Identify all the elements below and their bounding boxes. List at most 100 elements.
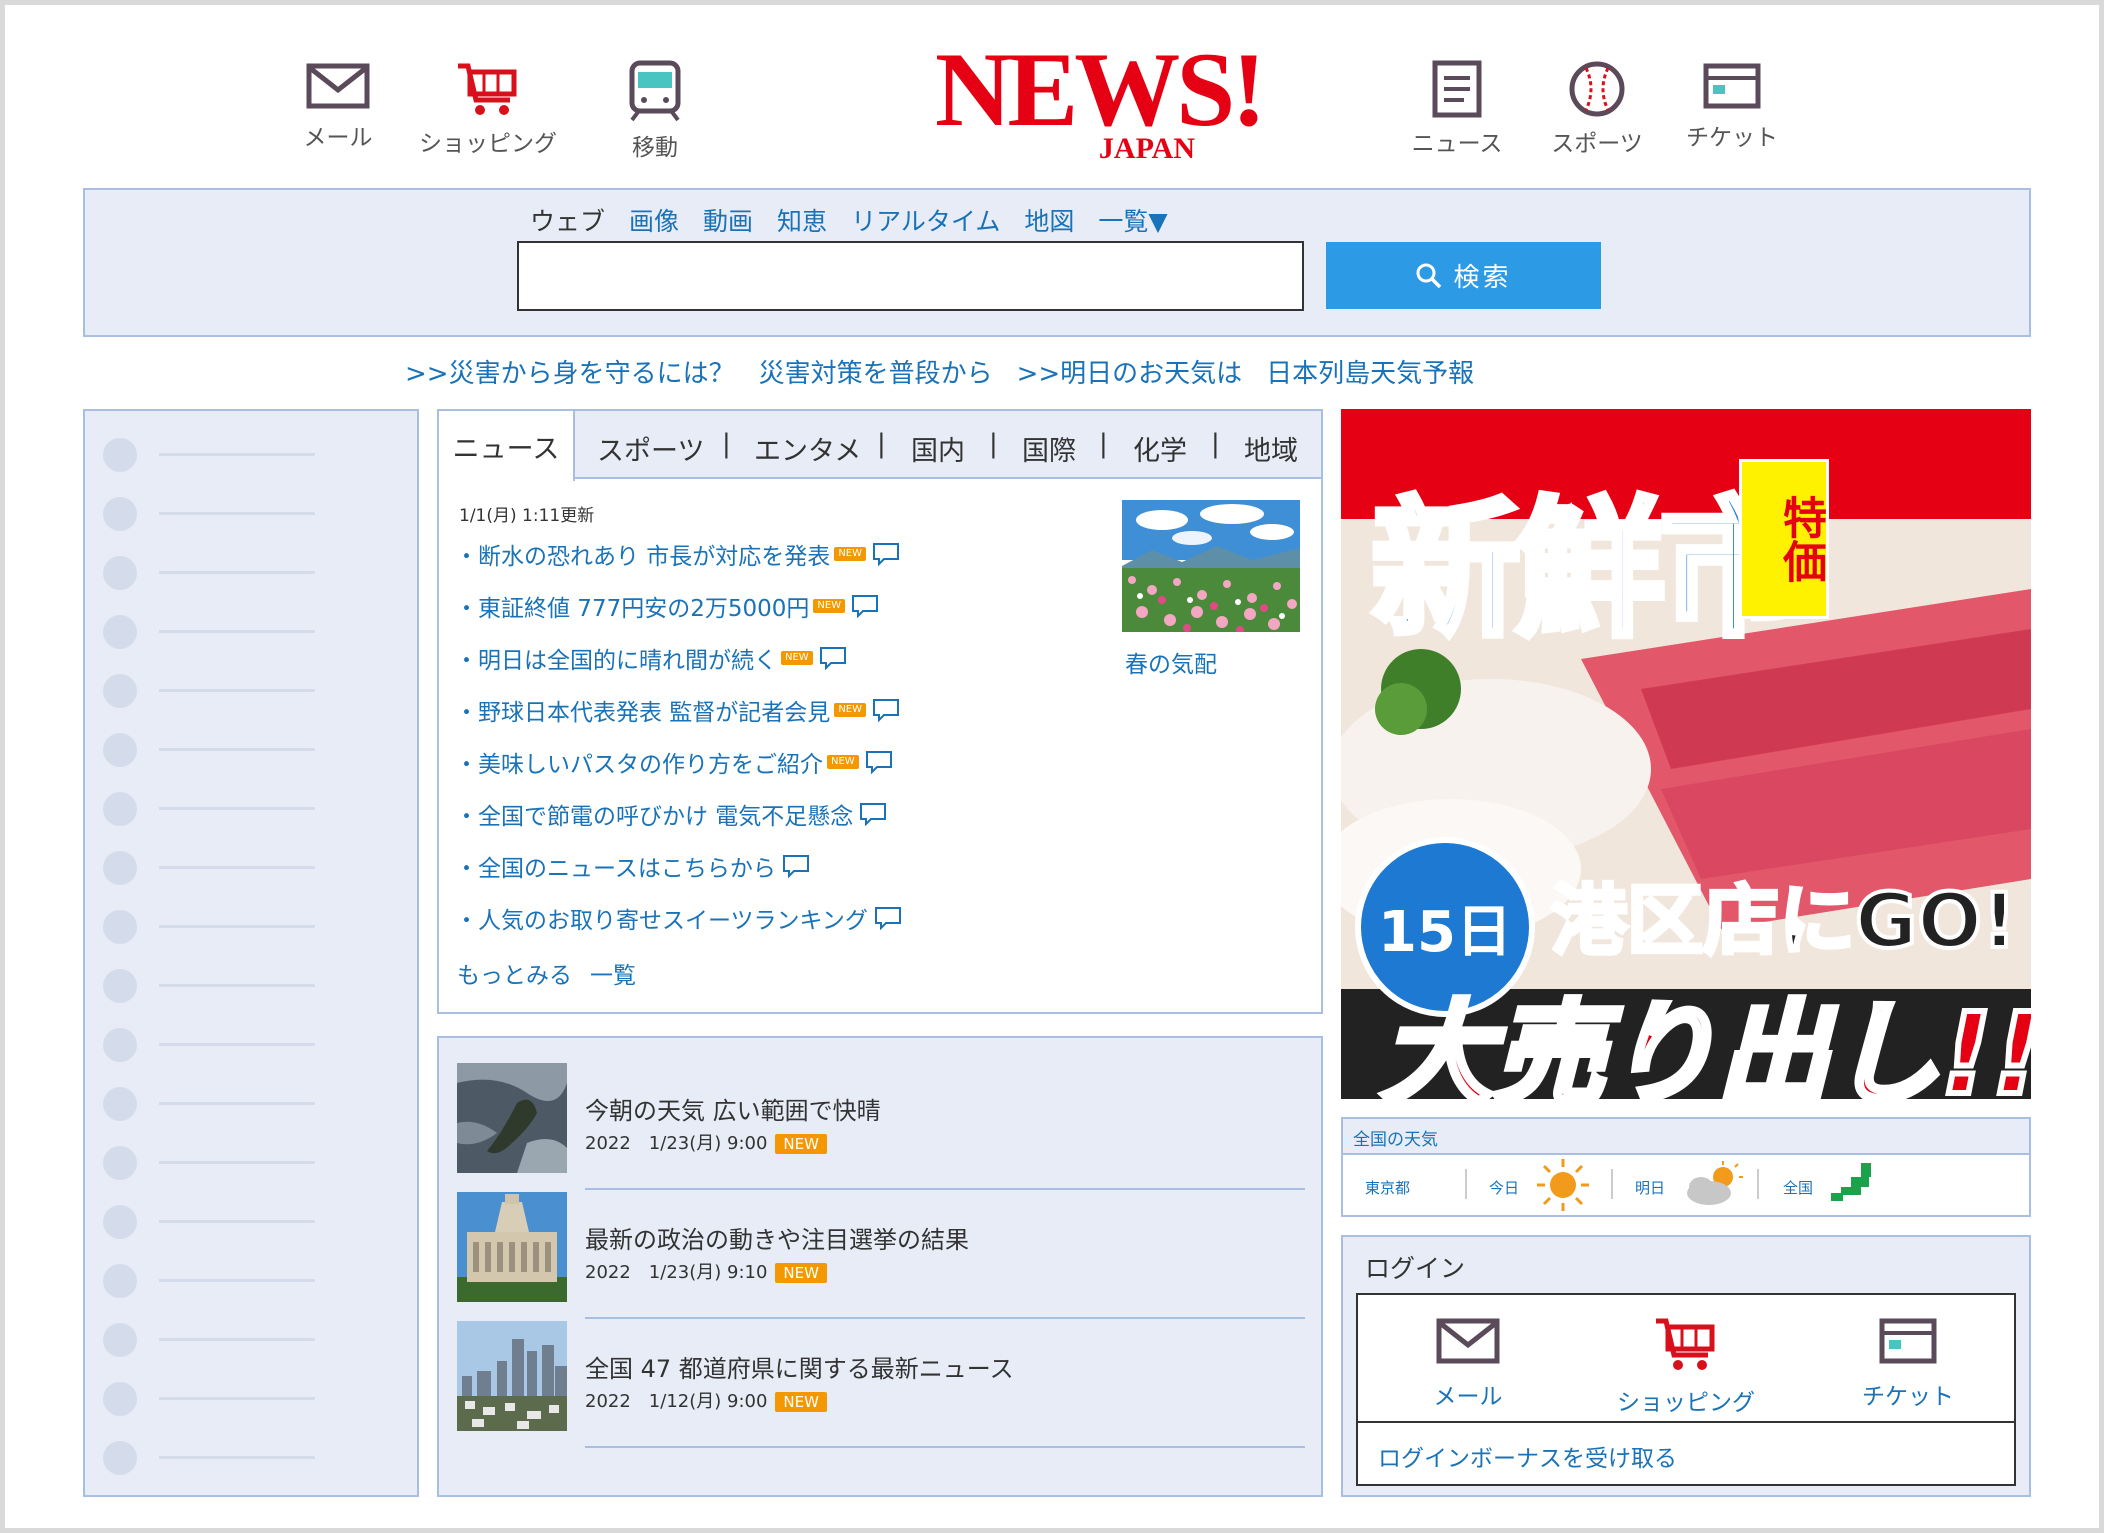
login-title: ログイン (1365, 1254, 1466, 1283)
nav-shopping-label: ショッピング (419, 131, 557, 157)
search-tab-realtime[interactable]: リアルタイム (851, 207, 1000, 236)
cloud-sun-icon (1687, 1161, 1743, 1205)
sidebar-item[interactable] (103, 1087, 403, 1121)
sidebar-item[interactable] (103, 674, 403, 708)
article-thumbnail (457, 1192, 567, 1302)
news-item[interactable]: ・美味しいパスタの作り方をご紹介 NEW (455, 745, 893, 779)
search-tab-list[interactable]: 一覧▼ (1098, 207, 1167, 236)
article-date: 2022 1/23(月) 9:00 NEW (585, 1129, 827, 1155)
ticker-link-forecast[interactable]: 日本列島天気予報 (1266, 359, 1474, 389)
article-row[interactable]: 全国 47 都道府県に関する最新ニュース 2022 1/12(月) 9:00 NE… (457, 1321, 1307, 1448)
sidebar-item[interactable] (103, 497, 403, 531)
sidebar-item[interactable] (103, 1146, 403, 1180)
site-logo[interactable]: NEWS! JAPAN (935, 37, 1267, 170)
new-badge: NEW (781, 651, 813, 665)
sidebar-item[interactable] (103, 792, 403, 826)
weather-title: 全国の天気 (1343, 1119, 2029, 1155)
nav-sports-label: スポーツ (1551, 131, 1643, 157)
nav-news[interactable]: ニュース (1382, 60, 1532, 158)
ad-store: 港区店にGO! (1549, 874, 2019, 967)
tab-sports[interactable]: スポーツ (597, 429, 704, 468)
nav-sports[interactable]: スポーツ (1522, 60, 1672, 158)
news-item[interactable]: ・全国で節電の呼びかけ 電気不足懸念 (455, 797, 887, 831)
news-icon (1432, 60, 1482, 118)
article-thumbnail (457, 1063, 567, 1173)
comment-icon (819, 647, 846, 670)
nav-news-label: ニュース (1411, 131, 1503, 157)
login-mail[interactable]: メール (1388, 1315, 1548, 1411)
weather-city[interactable]: 東京都 (1365, 1177, 1410, 1198)
new-badge: NEW (834, 547, 866, 561)
tab-news[interactable]: ニュース (439, 411, 575, 481)
news-item[interactable]: ・野球日本代表発表 監督が記者会見 NEW (455, 693, 900, 727)
nav-ticket[interactable]: チケット (1657, 60, 1807, 152)
search-tab-images[interactable]: 画像 (629, 207, 679, 236)
ticker-link-tomorrow-weather[interactable]: >>明日のお天気は (1017, 359, 1243, 389)
feature-caption[interactable]: 春の気配 (1125, 645, 1217, 679)
sidebar-item[interactable] (103, 910, 403, 944)
news-item[interactable]: ・断水の恐れあり 市長が対応を発表 NEW (455, 537, 900, 571)
news-item[interactable]: ・明日は全国的に晴れ間が続く NEW (455, 641, 847, 675)
ticker-links: >>災害から身を守るには？ 災害対策を普段から >>明日のお天気は 日本列島天気予報 (405, 353, 1498, 390)
news-item-title: 断水の恐れあり 市長が対応を発表 (478, 544, 831, 570)
mail-icon (1436, 1318, 1500, 1364)
ad-sale-text: 大売り出し!! (1378, 987, 2031, 1099)
news-item-title: 全国で節電の呼びかけ 電気不足懸念 (478, 804, 854, 830)
sidebar (83, 409, 419, 1497)
ad-special-price: 特価 (1739, 459, 1829, 619)
sidebar-item[interactable] (103, 1382, 403, 1416)
new-badge: NEW (827, 755, 859, 769)
feature-image[interactable] (1122, 500, 1300, 632)
flower-field-image (1122, 500, 1300, 632)
search-area: ウェブ 画像 動画 知恵 リアルタイム 地図 一覧▼ 検索 (83, 188, 2031, 337)
search-tab-qa[interactable]: 知恵 (777, 207, 827, 236)
login-shopping[interactable]: ショッピング (1606, 1315, 1766, 1417)
news-item[interactable]: ・全国のニュースはこちらから (455, 849, 810, 883)
sidebar-item[interactable] (103, 615, 403, 649)
article-row[interactable]: 今朝の天気 広い範囲で快晴 2022 1/23(月) 9:00 NEW (457, 1063, 1307, 1190)
divider (585, 1317, 1305, 1319)
search-tab-web[interactable]: ウェブ (530, 207, 605, 236)
sidebar-item[interactable] (103, 969, 403, 1003)
news-panel: ニュース スポーツ | エンタメ | 国内 | 国際 | 化学 | 地域 1/1… (437, 409, 1323, 1014)
search-icon (1416, 263, 1442, 288)
tab-domestic[interactable]: 国内 (911, 429, 965, 468)
news-item[interactable]: ・人気のお取り寄せスイーツランキング (455, 901, 902, 935)
nav-mail[interactable]: メール (263, 60, 413, 152)
article-row[interactable]: 最新の政治の動きや注目選挙の結果 2022 1/23(月) 9:10 NEW (457, 1192, 1307, 1319)
sidebar-item[interactable] (103, 556, 403, 590)
tab-international[interactable]: 国際 (1022, 429, 1076, 468)
tab-entertainment[interactable]: エンタメ (754, 429, 861, 468)
tab-science[interactable]: 化学 (1133, 429, 1187, 468)
list-all-link[interactable]: 一覧 (590, 963, 636, 989)
sidebar-item[interactable] (103, 1441, 403, 1475)
search-tab-videos[interactable]: 動画 (703, 207, 753, 236)
login-bonus-link[interactable]: ログインボーナスを受け取る (1378, 1439, 1677, 1473)
sidebar-item[interactable] (103, 438, 403, 472)
divider (585, 1446, 1305, 1448)
sidebar-item[interactable] (103, 851, 403, 885)
news-item[interactable]: ・東証終値 777円安の2万5000円 NEW (455, 589, 879, 623)
nav-transit[interactable]: 移動 (580, 60, 730, 162)
weather-widget[interactable]: 全国の天気 東京都 今日 明日 全国 (1341, 1117, 2031, 1217)
sidebar-item[interactable] (103, 1323, 403, 1357)
search-button[interactable]: 検索 (1326, 242, 1601, 309)
japan-map-icon (1831, 1163, 1871, 1201)
search-tab-map[interactable]: 地図 (1024, 207, 1074, 236)
sale-advertisement[interactable]: 新鮮市 特価 15日 港区店にGO! 大売り出し!! (1341, 409, 2031, 1099)
ticker-link-preparedness[interactable]: 災害対策を普段から (759, 359, 993, 389)
sidebar-item[interactable] (103, 733, 403, 767)
sidebar-item[interactable] (103, 1264, 403, 1298)
news-item-title: 人気のお取り寄せスイーツランキング (478, 908, 868, 934)
comment-icon (782, 855, 809, 878)
tab-separator: | (877, 429, 886, 459)
more-link[interactable]: もっとみる (457, 963, 572, 989)
mail-icon (306, 63, 370, 109)
search-input[interactable] (517, 241, 1304, 311)
nav-shopping[interactable]: ショッピング (413, 60, 563, 158)
sidebar-item[interactable] (103, 1205, 403, 1239)
login-ticket[interactable]: チケット (1828, 1315, 1988, 1411)
ticker-link-disaster[interactable]: >>災害から身を守るには？ (405, 359, 735, 389)
sidebar-item[interactable] (103, 1028, 403, 1062)
tab-regional[interactable]: 地域 (1244, 429, 1298, 468)
